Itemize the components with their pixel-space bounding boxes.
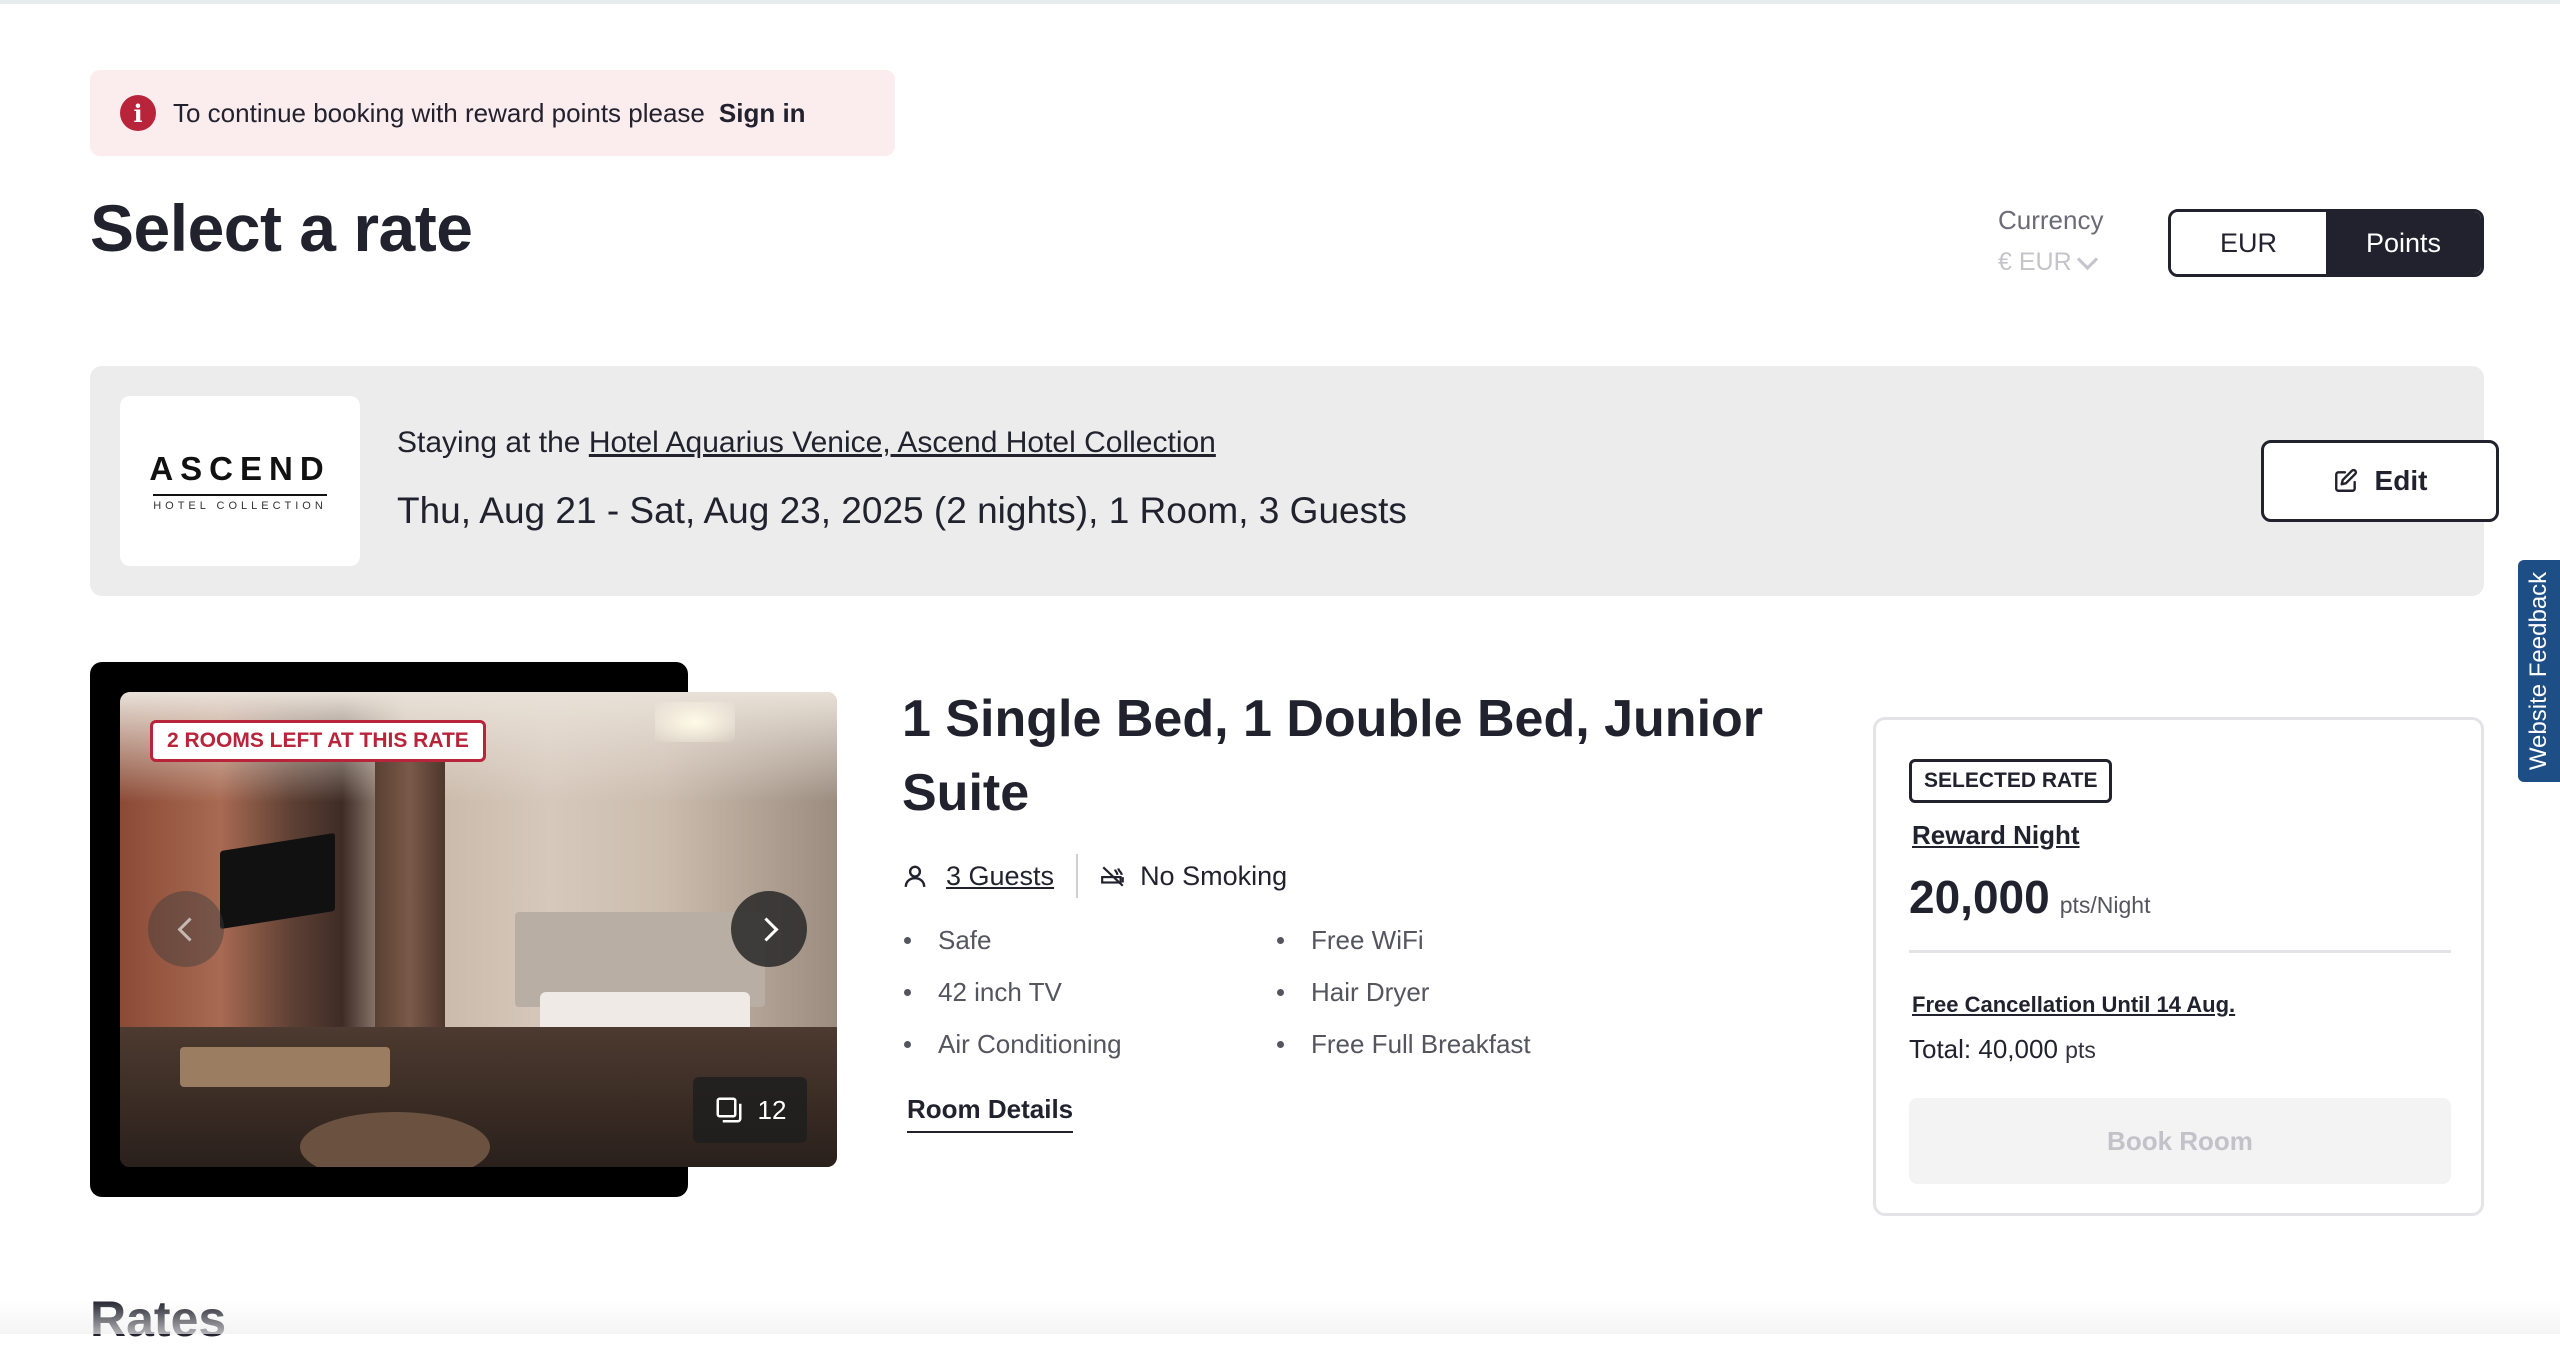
edit-button[interactable]: Edit (2261, 440, 2499, 522)
total-unit: pts (2065, 1037, 2096, 1063)
rate-divider (1909, 950, 2451, 953)
book-room-button[interactable]: Book Room (1909, 1098, 2451, 1184)
meta-divider (1076, 854, 1079, 898)
edit-icon (2334, 468, 2357, 492)
room-details-link[interactable]: Room Details (907, 1094, 1074, 1133)
amenities-list-right: Free WiFi Hair Dryer Free Full Breakfast (1275, 920, 1531, 1076)
amenity-item: Safe (902, 920, 1122, 972)
no-smoking-icon (1101, 866, 1124, 887)
no-smoking-label: No Smoking (1140, 860, 1288, 891)
amenity-item: Free WiFi (1275, 920, 1531, 972)
currency-label: Currency (1998, 205, 2104, 235)
toggle-eur[interactable]: EUR (2171, 212, 2326, 274)
currency-toggle: EUR Points (2168, 209, 2484, 277)
photo-chandelier (655, 702, 735, 742)
total-value: 40,000 (1978, 1034, 2058, 1064)
photo-prev-button[interactable] (148, 891, 224, 967)
bottom-fade (0, 1300, 2560, 1334)
amenity-item: Free Full Breakfast (1275, 1024, 1531, 1076)
feedback-label: Website Feedback (2525, 571, 2553, 771)
chevron-right-icon (753, 916, 779, 942)
stay-summary: ASCEND HOTEL COLLECTION Staying at the H… (90, 366, 2499, 596)
photo-count-text: 12 (757, 1094, 787, 1125)
currency-selected: € EUR (1998, 248, 2072, 276)
room-meta: 3 Guests No Smoking (902, 854, 1288, 898)
hotel-name-link[interactable]: Hotel Aquarius Venice, Ascend Hotel Coll… (589, 426, 1216, 459)
toggle-points[interactable]: Points (2326, 212, 2481, 274)
amenities-list-left: Safe 42 inch TV Air Conditioning (902, 920, 1122, 1076)
info-icon: i (120, 95, 156, 131)
currency-dropdown[interactable]: € EUR (1998, 248, 2098, 277)
page-title: Select a rate (90, 191, 473, 265)
gallery-icon (716, 1097, 742, 1123)
chevron-left-icon (176, 916, 202, 942)
edit-label: Edit (2374, 465, 2428, 496)
staying-at-prefix: Staying at the (397, 426, 581, 459)
photo-table (180, 1047, 390, 1087)
photo-tv (220, 832, 335, 930)
guests-link[interactable]: 3 Guests (946, 861, 1054, 892)
total-label: Total: (1909, 1034, 1972, 1064)
stay-details: Thu, Aug 21 - Sat, Aug 23, 2025 (2 night… (397, 490, 1407, 531)
rates-heading: Rates (90, 1291, 227, 1347)
amenity-item: 42 inch TV (902, 972, 1122, 1024)
logo-sub-text: HOTEL COLLECTION (153, 494, 327, 512)
price-unit: pts/Night (2059, 892, 2151, 918)
staying-at-line: Staying at the Hotel Aquarius Venice, As… (397, 426, 1216, 460)
selected-rate-badge: SELECTED RATE (1909, 759, 2113, 803)
chevron-down-icon (2076, 248, 2098, 271)
top-border (0, 0, 2560, 4)
photo-curtain (375, 752, 445, 1042)
cancellation-link[interactable]: Free Cancellation Until 14 Aug. (1912, 992, 2235, 1018)
amenity-item: Air Conditioning (902, 1024, 1122, 1076)
selected-rate-card: SELECTED RATE Reward Night 20,000 pts/Ni… (1873, 717, 2484, 1216)
photo-gallery-button[interactable]: 12 (693, 1077, 807, 1143)
logo-main-text: ASCEND (149, 450, 331, 487)
website-feedback-tab[interactable]: Website Feedback (2518, 560, 2560, 782)
total-line: Total: 40,000 pts (1909, 1034, 2096, 1065)
photo-next-button[interactable] (731, 891, 807, 967)
banner-text: To continue booking with reward points p… (173, 97, 705, 128)
sign-in-link[interactable]: Sign in (719, 98, 806, 129)
price-value: 20,000 (1909, 871, 2050, 923)
availability-badge: 2 ROOMS LEFT AT THIS RATE (150, 720, 486, 762)
amenity-item: Hair Dryer (1275, 972, 1531, 1024)
price-row: 20,000 pts/Night (1909, 870, 2150, 924)
hotel-brand-logo: ASCEND HOTEL COLLECTION (120, 396, 360, 566)
room-title: 1 Single Bed, 1 Double Bed, Junior Suite (902, 690, 1764, 822)
sign-in-banner: i To continue booking with reward points… (90, 70, 895, 156)
person-icon (904, 865, 926, 887)
rate-name-link[interactable]: Reward Night (1912, 820, 2080, 851)
